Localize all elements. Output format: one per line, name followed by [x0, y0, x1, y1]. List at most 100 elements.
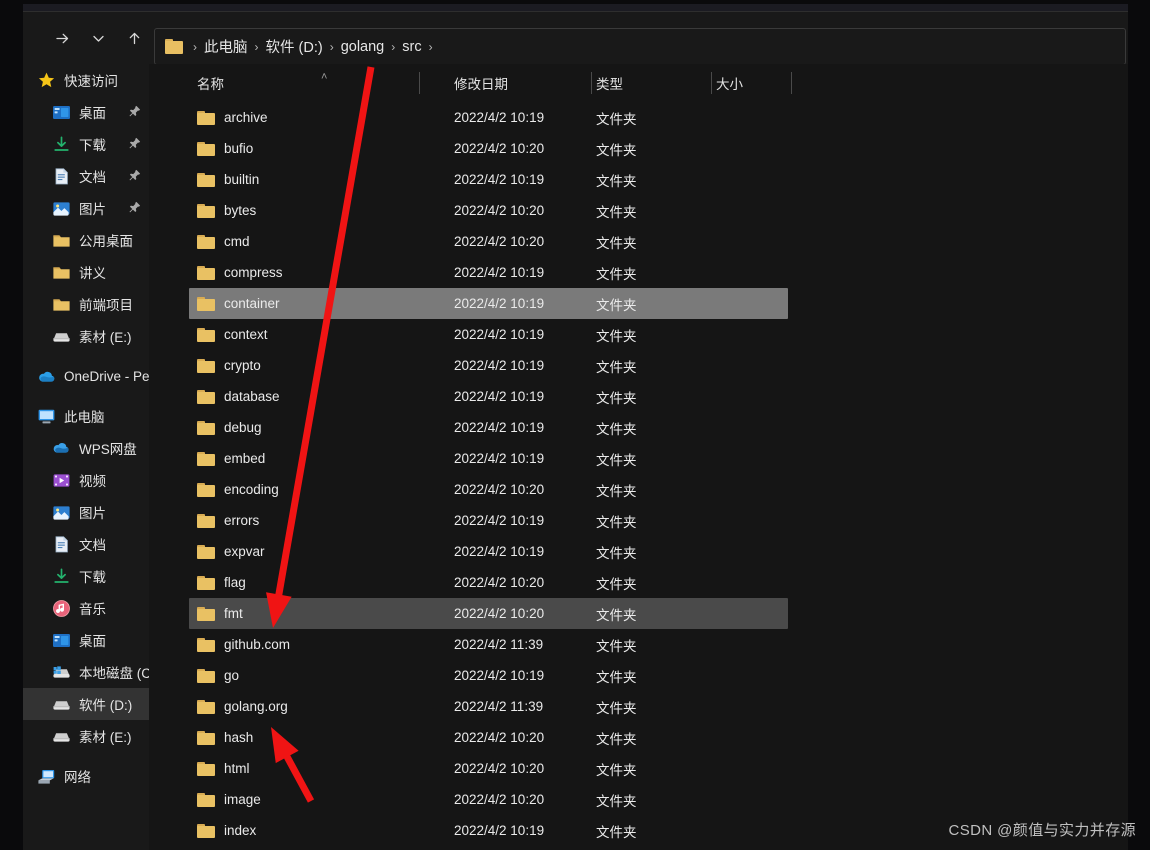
folder-icon [197, 265, 215, 281]
pin-icon[interactable] [129, 105, 141, 118]
breadcrumb-item-1[interactable]: 软件 (D:) [266, 36, 323, 57]
desktop-icon [52, 631, 71, 650]
file-name-label: encoding [224, 482, 279, 497]
navigation-sidebar[interactable]: 快速访问 桌面 下载 文档 图片 公用桌面 讲义 前端项目 素材 (E:) OneDrive - … [23, 64, 149, 850]
navigation-toolbar: › 此电脑 › 软件 (D:) › golang › src › [23, 12, 1128, 65]
file-name-label: github.com [224, 637, 291, 652]
table-row[interactable]: flag 2022/4/2 10:20 文件夹 [149, 567, 1128, 598]
table-row[interactable]: bufio 2022/4/2 10:20 文件夹 [149, 133, 1128, 164]
column-divider[interactable] [791, 72, 792, 94]
cell-name: debug [197, 412, 262, 443]
table-row[interactable]: container 2022/4/2 10:19 文件夹 [149, 288, 1128, 319]
table-row[interactable]: cmd 2022/4/2 10:20 文件夹 [149, 226, 1128, 257]
breadcrumb-item-2[interactable]: golang [341, 39, 385, 55]
cell-name: archive [197, 102, 268, 133]
table-row[interactable]: fmt 2022/4/2 10:20 文件夹 [149, 598, 1128, 629]
sidebar-item-9[interactable]: OneDrive - Persor [23, 360, 149, 392]
sidebar-item-15[interactable]: 下载 [23, 560, 149, 592]
column-header-name[interactable]: 名称 [197, 64, 224, 102]
folder-icon [197, 327, 215, 343]
up-arrow-icon[interactable] [120, 24, 148, 52]
file-name-label: golang.org [224, 699, 288, 714]
download-icon [52, 135, 71, 154]
cell-name: database [197, 381, 280, 412]
sidebar-item-20[interactable]: 素材 (E:) [23, 720, 149, 752]
sidebar-item-18[interactable]: 本地磁盘 (C:) [23, 656, 149, 688]
sidebar-item-label: 公用桌面 [79, 234, 133, 249]
table-row[interactable]: crypto 2022/4/2 10:19 文件夹 [149, 350, 1128, 381]
column-divider[interactable] [419, 72, 420, 94]
table-row[interactable]: golang.org 2022/4/2 11:39 文件夹 [149, 691, 1128, 722]
column-header-date[interactable]: 修改日期 [454, 64, 508, 102]
table-row[interactable]: archive 2022/4/2 10:19 文件夹 [149, 102, 1128, 133]
table-row[interactable]: expvar 2022/4/2 10:19 文件夹 [149, 536, 1128, 567]
cell-modified-date: 2022/4/2 10:19 [454, 110, 545, 125]
table-row[interactable]: encoding 2022/4/2 10:20 文件夹 [149, 474, 1128, 505]
sidebar-item-0[interactable]: 快速访问 [23, 64, 149, 96]
sidebar-item-17[interactable]: 桌面 [23, 624, 149, 656]
breadcrumb-item-0[interactable]: 此电脑 [204, 36, 248, 57]
sidebar-item-13[interactable]: 图片 [23, 496, 149, 528]
table-row[interactable]: go 2022/4/2 10:19 文件夹 [149, 660, 1128, 691]
file-name-label: archive [224, 110, 268, 125]
table-row[interactable]: compress 2022/4/2 10:19 文件夹 [149, 257, 1128, 288]
sidebar-item-label: 文档 [79, 538, 106, 553]
pin-icon[interactable] [129, 137, 141, 150]
file-name-label: hash [224, 730, 254, 745]
breadcrumb-folder-icon [165, 39, 183, 54]
sidebar-item-3[interactable]: 文档 [23, 160, 149, 192]
sidebar-item-6[interactable]: 讲义 [23, 256, 149, 288]
table-row[interactable]: errors 2022/4/2 10:19 文件夹 [149, 505, 1128, 536]
sidebar-item-4[interactable]: 图片 [23, 192, 149, 224]
breadcrumb[interactable]: › 此电脑 › 软件 (D:) › golang › src › [154, 28, 1126, 65]
column-divider[interactable] [591, 72, 592, 94]
sidebar-item-12[interactable]: 视频 [23, 464, 149, 496]
chevron-down-icon[interactable] [84, 24, 112, 52]
table-row[interactable]: builtin 2022/4/2 10:19 文件夹 [149, 164, 1128, 195]
column-divider[interactable] [711, 72, 712, 94]
column-header-size[interactable]: 大小 [716, 64, 743, 102]
document-icon [52, 535, 71, 554]
table-row[interactable]: bytes 2022/4/2 10:20 文件夹 [149, 195, 1128, 226]
sidebar-item-7[interactable]: 前端项目 [23, 288, 149, 320]
folder-icon [197, 606, 215, 622]
sidebar-item-label: 视频 [79, 474, 106, 489]
cell-modified-date: 2022/4/2 10:20 [454, 792, 545, 807]
folder-icon [197, 358, 215, 374]
sidebar-item-21[interactable]: 网络 [23, 760, 149, 792]
sidebar-item-2[interactable]: 下载 [23, 128, 149, 160]
folder-icon [52, 263, 71, 282]
pin-icon[interactable] [129, 201, 141, 214]
sidebar-item-11[interactable]: WPS网盘 [23, 432, 149, 464]
table-row[interactable]: github.com 2022/4/2 11:39 文件夹 [149, 629, 1128, 660]
table-row[interactable]: image 2022/4/2 10:20 文件夹 [149, 784, 1128, 815]
sidebar-item-label: 讲义 [79, 266, 106, 281]
table-row[interactable]: database 2022/4/2 10:19 文件夹 [149, 381, 1128, 412]
pin-icon[interactable] [129, 169, 141, 182]
table-row[interactable]: debug 2022/4/2 10:19 文件夹 [149, 412, 1128, 443]
table-row[interactable]: hash 2022/4/2 10:20 文件夹 [149, 722, 1128, 753]
table-row[interactable]: html 2022/4/2 10:20 文件夹 [149, 753, 1128, 784]
sidebar-item-1[interactable]: 桌面 [23, 96, 149, 128]
table-row[interactable]: embed 2022/4/2 10:19 文件夹 [149, 443, 1128, 474]
sidebar-item-14[interactable]: 文档 [23, 528, 149, 560]
cell-name: image [197, 784, 261, 815]
table-row[interactable]: context 2022/4/2 10:19 文件夹 [149, 319, 1128, 350]
cell-modified-date: 2022/4/2 11:39 [454, 699, 544, 714]
cell-type: 文件夹 [596, 421, 637, 437]
sidebar-item-16[interactable]: 音乐 [23, 592, 149, 624]
column-header-type[interactable]: 类型 [596, 64, 623, 102]
cell-type: 文件夹 [596, 576, 637, 592]
cell-type: 文件夹 [596, 638, 637, 654]
cell-type: 文件夹 [596, 762, 637, 778]
sidebar-item-label: 前端项目 [79, 298, 133, 313]
cell-modified-date: 2022/4/2 10:19 [454, 513, 545, 528]
sidebar-item-5[interactable]: 公用桌面 [23, 224, 149, 256]
drive-icon [52, 727, 71, 746]
sidebar-item-10[interactable]: 此电脑 [23, 400, 149, 432]
breadcrumb-item-3[interactable]: src [402, 39, 421, 55]
sidebar-item-8[interactable]: 素材 (E:) [23, 320, 149, 352]
folder-icon [197, 389, 215, 405]
forward-arrow-icon[interactable] [48, 24, 76, 52]
sidebar-item-19[interactable]: 软件 (D:) [23, 688, 149, 720]
